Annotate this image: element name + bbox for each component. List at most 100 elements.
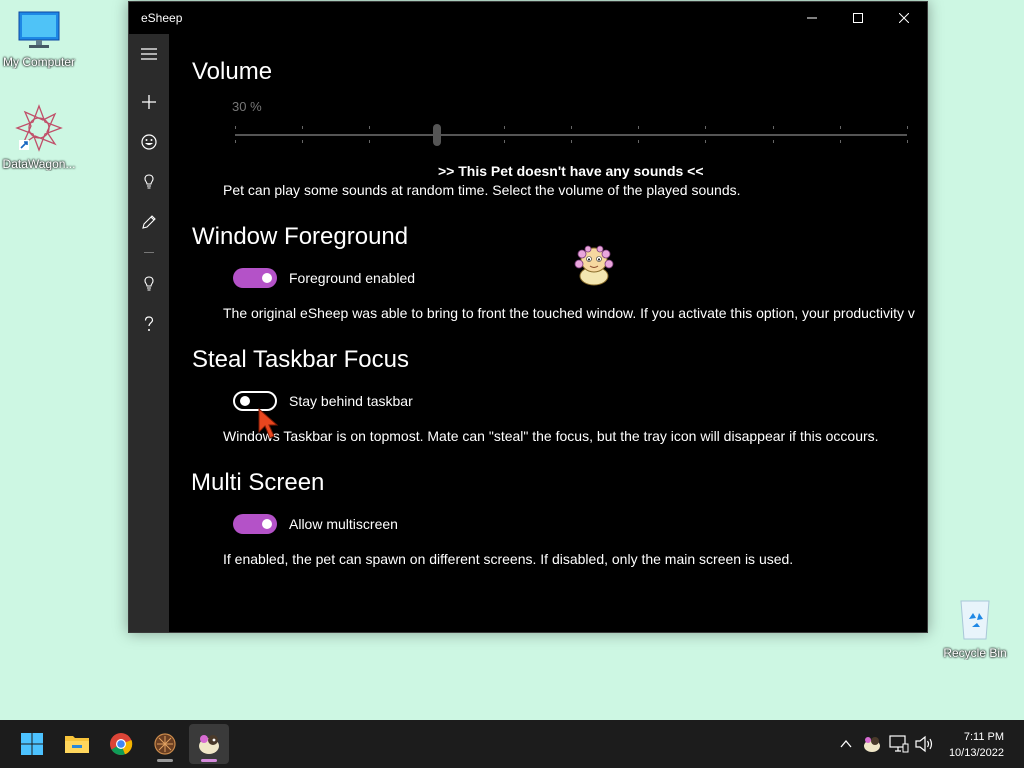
emoji-icon <box>141 134 157 150</box>
foreground-toggle-label: Foreground enabled <box>289 270 416 286</box>
slider-tick <box>839 126 841 129</box>
slider-tick <box>302 140 304 143</box>
settings-content: Volume 30 % >> This Pet doesn't have any… <box>169 34 927 632</box>
datawagon-taskbar-button[interactable] <box>145 724 185 764</box>
slider-tick <box>503 140 505 143</box>
esheep-tray-icon <box>864 737 880 752</box>
pencil-icon <box>142 215 156 229</box>
slider-thumb[interactable] <box>432 124 441 146</box>
help-icon <box>144 316 154 331</box>
file-explorer-button[interactable] <box>57 724 97 764</box>
foreground-heading: Window Foreground <box>192 223 409 250</box>
toggle-knob <box>240 396 250 406</box>
computer-icon <box>18 11 60 48</box>
volume-value-text: 30 % <box>232 99 262 114</box>
desktop-icon-recycle-bin[interactable]: Recycle Bin <box>937 597 1013 660</box>
datawagon-app-icon <box>154 733 176 755</box>
foreground-toggle[interactable] <box>233 268 277 288</box>
slider-tick <box>503 126 505 129</box>
hamburger-menu-button[interactable] <box>129 38 169 70</box>
minimize-icon <box>807 17 817 19</box>
slider-tick <box>705 140 707 143</box>
recycle-bin-icon <box>960 600 990 640</box>
taskbar-clock[interactable]: 7:11 PM 10/13/2022 <box>949 729 1004 761</box>
multiscreen-heading: Multi Screen <box>191 469 325 496</box>
esheep-window: eSheep Volume 30 % >> This Pet doesn't h… <box>128 1 928 633</box>
slider-tick <box>839 140 841 143</box>
chevron-up-icon <box>840 739 852 748</box>
slider-tick <box>369 140 371 143</box>
sidebar-item-editor[interactable] <box>129 206 169 238</box>
slider-track <box>235 134 907 136</box>
desktop-icon-label: My Computer <box>2 55 76 69</box>
chrome-button[interactable] <box>101 724 141 764</box>
slider-tick <box>571 140 572 143</box>
clock-time: 7:11 PM <box>963 731 1004 743</box>
slider-tick <box>369 126 371 129</box>
no-sounds-notice: >> This Pet doesn't have any sounds << <box>438 163 704 179</box>
sidebar-item-pets[interactable] <box>129 126 169 158</box>
desktop-icon-label: Recycle Bin <box>943 646 1007 660</box>
maximize-button[interactable] <box>835 2 881 34</box>
slider-tick <box>235 140 236 143</box>
volume-heading: Volume <box>192 58 273 85</box>
clock-date: 10/13/2022 <box>948 747 1004 759</box>
lightbulb-icon <box>144 276 154 291</box>
taskbar-focus-toggle-label: Stay behind taskbar <box>289 393 413 409</box>
maximize-icon <box>853 13 863 23</box>
slider-tick <box>907 126 908 129</box>
lightbulb-icon <box>144 174 154 189</box>
esheep-tray-button[interactable] <box>862 734 882 759</box>
slider-tick <box>235 126 236 129</box>
desktop-icon-datawagon[interactable]: DataWagon... <box>1 104 77 171</box>
sidebar-divider <box>144 252 154 253</box>
toggle-knob <box>262 273 272 283</box>
datawagon-icon <box>15 104 63 152</box>
slider-tick <box>772 126 774 129</box>
volume-icon <box>915 735 933 753</box>
esheep-app-icon <box>199 735 219 754</box>
slider-tick <box>638 126 640 129</box>
window-title: eSheep <box>141 11 183 25</box>
esheep-taskbar-button[interactable] <box>189 724 229 764</box>
slider-tick <box>638 140 640 143</box>
active-indicator <box>201 759 217 762</box>
close-button[interactable] <box>881 2 927 34</box>
minimize-button[interactable] <box>789 2 835 34</box>
sidebar-item-options[interactable] <box>129 166 169 198</box>
desktop-icon-my-computer[interactable]: My Computer <box>1 10 77 69</box>
network-icon <box>889 735 909 753</box>
add-icon <box>142 95 156 109</box>
sidebar-item-help[interactable] <box>129 308 169 340</box>
close-icon <box>899 13 909 23</box>
foreground-description: The original eSheep was able to bring to… <box>223 305 915 321</box>
chrome-icon <box>110 733 133 756</box>
volume-tray-button[interactable] <box>914 735 934 758</box>
running-indicator <box>157 759 173 762</box>
taskbar: 7:11 PM 10/13/2022 <box>0 720 1024 768</box>
volume-slider[interactable] <box>235 122 908 146</box>
taskbar-focus-description: Windows Taskbar is on topmost. Mate can … <box>223 428 879 444</box>
volume-description: Pet can play some sounds at random time.… <box>223 182 741 198</box>
file-explorer-icon <box>65 736 89 753</box>
sidebar-item-tips[interactable] <box>129 268 169 300</box>
windows-start-icon <box>21 733 43 755</box>
slider-tick <box>907 140 908 143</box>
sheep-pet-sprite[interactable] <box>574 244 614 286</box>
mouse-cursor <box>258 408 279 439</box>
slider-tick <box>571 126 572 129</box>
multiscreen-toggle[interactable] <box>233 514 277 534</box>
multiscreen-description: If enabled, the pet can spawn on differe… <box>223 551 794 567</box>
tray-overflow-button[interactable] <box>838 736 854 752</box>
title-bar[interactable]: eSheep <box>129 2 927 34</box>
slider-tick <box>772 140 774 143</box>
taskbar-focus-heading: Steal Taskbar Focus <box>192 346 409 373</box>
sidebar-item-add[interactable] <box>129 86 169 118</box>
network-button[interactable] <box>889 735 909 758</box>
toggle-knob <box>262 519 272 529</box>
start-button[interactable] <box>12 724 52 764</box>
multiscreen-toggle-label: Allow multiscreen <box>289 516 398 532</box>
desktop-icon-label: DataWagon... <box>2 157 76 171</box>
slider-tick <box>302 126 304 129</box>
menu-icon <box>141 48 157 60</box>
